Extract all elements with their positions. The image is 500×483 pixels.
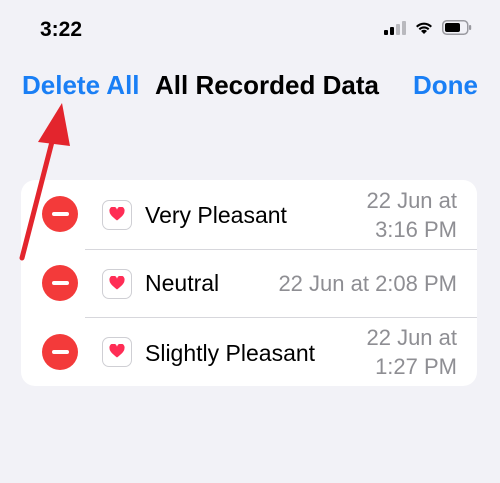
annotation-arrow-icon: [19, 103, 70, 261]
